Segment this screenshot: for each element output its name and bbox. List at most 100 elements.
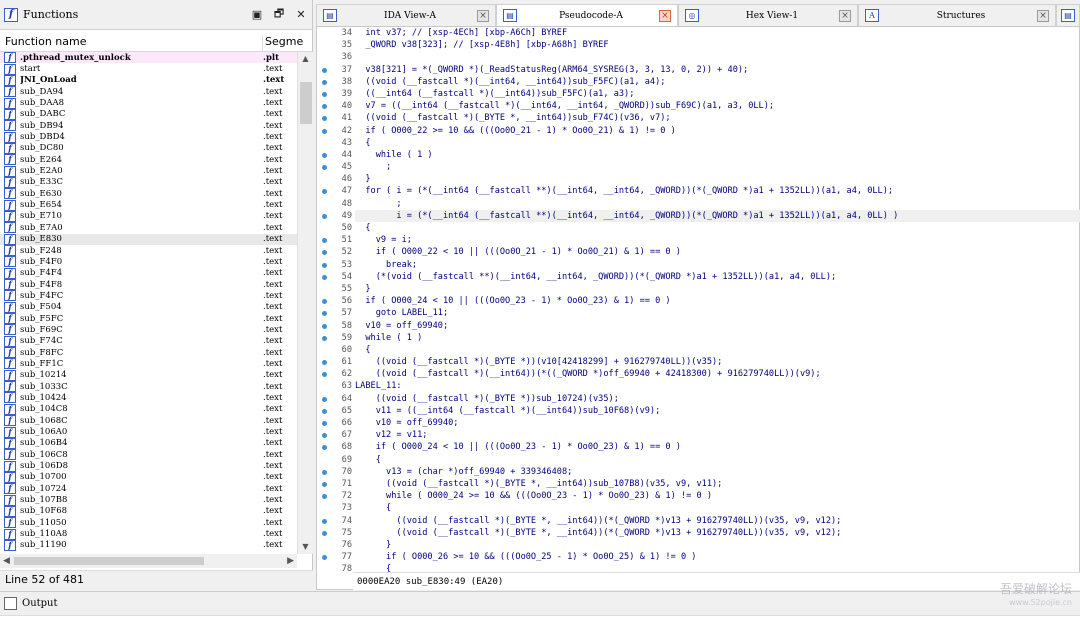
close-tab-icon[interactable]: × — [1037, 9, 1049, 22]
function-row[interactable]: f .pthread_mutex_unlock .plt — [0, 52, 297, 64]
code-line[interactable]: int v37; // [xsp-4ECh] [xbp-A6Ch] BYREF — [355, 27, 1080, 39]
code-line[interactable]: ((__int64 (__fastcall *)(__int64))sub_F5… — [355, 88, 1080, 100]
function-row[interactable]: f sub_10214 .text — [0, 369, 297, 381]
function-row[interactable]: f sub_FF1C .text — [0, 358, 297, 370]
code-line[interactable]: } — [355, 173, 1080, 185]
function-row[interactable]: f sub_E33C .text — [0, 176, 297, 188]
breakpoint-dot-icon[interactable] — [322, 128, 327, 134]
function-row[interactable]: f sub_11050 .text — [0, 517, 297, 529]
code-line[interactable]: } — [355, 539, 1080, 551]
code-line[interactable]: { — [355, 344, 1080, 356]
breakpoint-dot-icon[interactable] — [322, 323, 327, 329]
breakpoint-dot-icon[interactable] — [322, 335, 327, 341]
tab-pseudocode-a[interactable]: ▤ Pseudocode-A × — [496, 4, 678, 26]
function-row[interactable]: f sub_DC80 .text — [0, 142, 297, 154]
function-row[interactable]: f sub_106C8 .text — [0, 449, 297, 461]
code-line[interactable]: ((void (__fastcall *)(_BYTE *, __int64))… — [355, 515, 1080, 527]
code-line[interactable]: { — [355, 222, 1080, 234]
code-line[interactable]: v10 = off_69940; — [355, 417, 1080, 429]
close-panel-button[interactable]: ✕ — [290, 8, 312, 21]
breakpoint-dot-icon[interactable] — [322, 250, 327, 256]
breakpoint-dot-icon[interactable] — [322, 445, 327, 451]
close-tab-icon[interactable]: × — [659, 9, 671, 22]
code-line[interactable]: ((void (__fastcall *)(__int64))(*((_QWOR… — [355, 368, 1080, 380]
function-row[interactable]: f sub_F8FC .text — [0, 347, 297, 359]
breakpoint-dot-icon[interactable] — [322, 67, 327, 73]
scroll-right-icon[interactable]: ▶ — [287, 556, 294, 566]
breakpoint-dot-icon[interactable] — [322, 408, 327, 414]
breakpoint-dot-icon[interactable] — [322, 311, 327, 317]
code-line[interactable]: if ( O000_22 >= 10 && (((Oo0O_21 - 1) * … — [355, 125, 1080, 137]
function-row[interactable]: f sub_DA94 .text — [0, 86, 297, 98]
code-line[interactable]: goto LABEL_11; — [355, 307, 1080, 319]
restore-window-button[interactable]: 🗗 — [268, 5, 290, 24]
breakpoint-dot-icon[interactable] — [322, 262, 327, 268]
function-row[interactable]: f sub_F4F8 .text — [0, 279, 297, 291]
tab-extra[interactable]: ▤ — [1056, 4, 1080, 26]
horizontal-scrollbar-thumb[interactable] — [14, 557, 204, 565]
function-row[interactable]: f sub_DB94 .text — [0, 120, 297, 132]
function-row[interactable]: f sub_F69C .text — [0, 324, 297, 336]
col-segment[interactable]: Segme — [262, 35, 312, 51]
tab-hex-view-1[interactable]: ◎ Hex View-1 × — [678, 4, 858, 26]
function-row[interactable]: f sub_F5FC .text — [0, 313, 297, 325]
code-line[interactable]: if ( O000_24 < 10 || (((Oo0O_23 - 1) * O… — [355, 441, 1080, 453]
breakpoint-dot-icon[interactable] — [322, 299, 327, 305]
code-line[interactable]: ; — [355, 198, 1080, 210]
breakpoint-dot-icon[interactable] — [322, 433, 327, 439]
code-line[interactable]: while ( O000_24 >= 10 && (((Oo0O_23 - 1)… — [355, 490, 1080, 502]
function-row[interactable]: f sub_106A0 .text — [0, 426, 297, 438]
tab-ida-view-a[interactable]: ▤ IDA View-A × — [316, 4, 496, 26]
code-line[interactable]: _QWORD v38[323]; // [xsp-4E8h] [xbp-A68h… — [355, 39, 1080, 51]
code-line[interactable]: ((void (__fastcall *)(_BYTE *))sub_10724… — [355, 393, 1080, 405]
function-row[interactable]: f sub_106D8 .text — [0, 460, 297, 472]
function-row[interactable]: f sub_E2A0 .text — [0, 165, 297, 177]
code-line[interactable]: { — [355, 454, 1080, 466]
function-row[interactable]: f sub_F74C .text — [0, 335, 297, 347]
function-row[interactable]: f start .text — [0, 63, 297, 75]
function-row[interactable]: f sub_104C8 .text — [0, 403, 297, 415]
code-line[interactable]: ((void (__fastcall *)(_BYTE *))(v10[4241… — [355, 356, 1080, 368]
close-tab-icon[interactable]: × — [477, 9, 489, 22]
function-row[interactable]: f sub_F4F0 .text — [0, 256, 297, 268]
function-row[interactable]: f sub_E7A0 .text — [0, 222, 297, 234]
breakpoint-dot-icon[interactable] — [322, 360, 327, 366]
breakpoint-dot-icon[interactable] — [322, 189, 327, 195]
functions-vertical-scrollbar[interactable]: ▲ ▼ — [297, 52, 313, 554]
function-row[interactable]: f sub_F4F4 .text — [0, 267, 297, 279]
functions-horizontal-scrollbar[interactable]: ◀ ▶ — [0, 554, 297, 568]
code-line[interactable]: ((void (__fastcall *)(_BYTE *, __int64))… — [355, 478, 1080, 490]
breakpoint-dot-icon[interactable] — [322, 421, 327, 426]
function-row[interactable]: f sub_106B4 .text — [0, 437, 297, 449]
code-line[interactable]: v11 = ((__int64 (__fastcall *)(__int64))… — [355, 405, 1080, 417]
code-line[interactable]: } — [355, 283, 1080, 295]
code-line[interactable]: v38[321] = *(_QWORD *)(_ReadStatusReg(AR… — [355, 64, 1080, 76]
function-row[interactable]: f sub_DAA8 .text — [0, 97, 297, 109]
breakpoint-dot-icon[interactable] — [322, 104, 327, 110]
function-row[interactable]: f sub_E264 .text — [0, 154, 297, 166]
function-row[interactable]: f sub_1068C .text — [0, 415, 297, 427]
close-tab-icon[interactable]: × — [839, 9, 851, 22]
breakpoint-dot-icon[interactable] — [322, 555, 327, 561]
function-row[interactable]: f sub_110A8 .text — [0, 528, 297, 540]
code-line[interactable]: (*(void (__fastcall **)(__int64, __int64… — [355, 271, 1080, 283]
breakpoint-dot-icon[interactable] — [322, 213, 327, 219]
code-line[interactable]: { — [355, 502, 1080, 514]
code-line[interactable]: i = (*(__int64 (__fastcall **)(__int64, … — [355, 209, 1080, 222]
code-line[interactable]: { — [355, 137, 1080, 149]
pseudocode-view[interactable]: 34 35 36 37 38 39 40 41 42 43 44 45 46 47 48 49 50 51 52 53… — [316, 26, 1080, 590]
breakpoint-dot-icon[interactable] — [322, 396, 327, 402]
code-line[interactable]: ((void (__fastcall *)(_BYTE *, __int64))… — [355, 112, 1080, 124]
scroll-left-icon[interactable]: ◀ — [3, 556, 10, 566]
function-row[interactable]: f sub_10700 .text — [0, 471, 297, 483]
breakpoint-dot-icon[interactable] — [322, 116, 327, 122]
breakpoint-dot-icon[interactable] — [322, 165, 327, 171]
function-row[interactable]: f sub_DABC .text — [0, 108, 297, 120]
scroll-up-icon[interactable]: ▲ — [298, 52, 313, 66]
code-line[interactable]: while ( 1 ) — [355, 332, 1080, 344]
breakpoint-dot-icon[interactable] — [322, 91, 327, 97]
function-row[interactable]: f sub_F248 .text — [0, 245, 297, 257]
code-line[interactable]: v9 = i; — [355, 234, 1080, 246]
breakpoint-dot-icon[interactable] — [322, 494, 327, 500]
function-row[interactable]: f sub_10F68 .text — [0, 505, 297, 517]
